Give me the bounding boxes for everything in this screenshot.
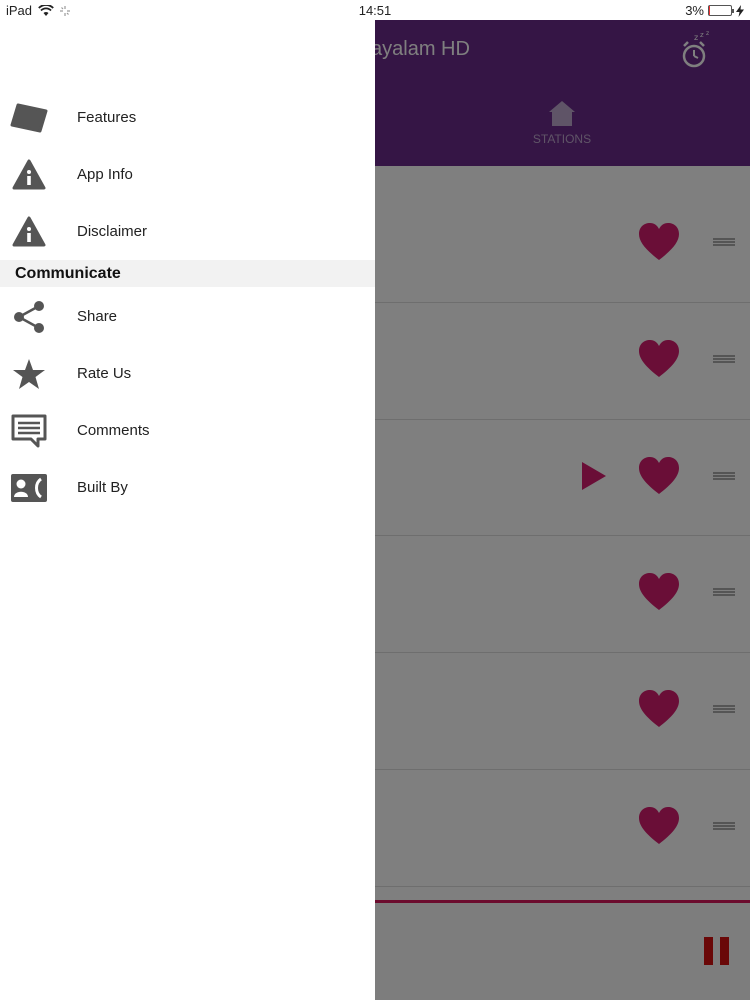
side-drawer: Features App Info Disclaimer Communicate…: [0, 0, 375, 1000]
menu-label: Built By: [77, 479, 128, 496]
menu-label: Rate Us: [77, 365, 132, 382]
info-icon: [10, 156, 48, 194]
menu-label: App Info: [77, 166, 133, 183]
menu-item-app-info[interactable]: App Info: [0, 146, 375, 203]
status-bar: iPad 14:51 3%: [0, 0, 750, 20]
menu-item-share[interactable]: Share: [0, 288, 375, 345]
menu-item-comments[interactable]: Comments: [0, 402, 375, 459]
share-icon: [10, 298, 48, 336]
comment-icon: [10, 412, 48, 450]
menu-label: Share: [77, 308, 118, 325]
contact-icon: [10, 469, 48, 507]
star-icon: [10, 355, 48, 393]
clock: 14:51: [358, 3, 392, 18]
charging-icon: [736, 4, 744, 17]
section-header: Communicate: [0, 260, 375, 287]
menu-item-rate-us[interactable]: Rate Us: [0, 345, 375, 402]
tag-icon: [10, 99, 48, 137]
battery-icon: [708, 5, 734, 16]
menu-label: Comments: [77, 422, 150, 439]
info-icon: [10, 213, 48, 251]
menu-label: Disclaimer: [77, 223, 148, 240]
menu-item-disclaimer[interactable]: Disclaimer: [0, 203, 375, 260]
section-title: Communicate: [15, 265, 121, 282]
menu-item-features[interactable]: Features: [0, 89, 375, 146]
menu-item-built-by[interactable]: Built By: [0, 459, 375, 516]
menu-label: Features: [77, 109, 137, 126]
battery-percent: 3%: [685, 3, 704, 18]
